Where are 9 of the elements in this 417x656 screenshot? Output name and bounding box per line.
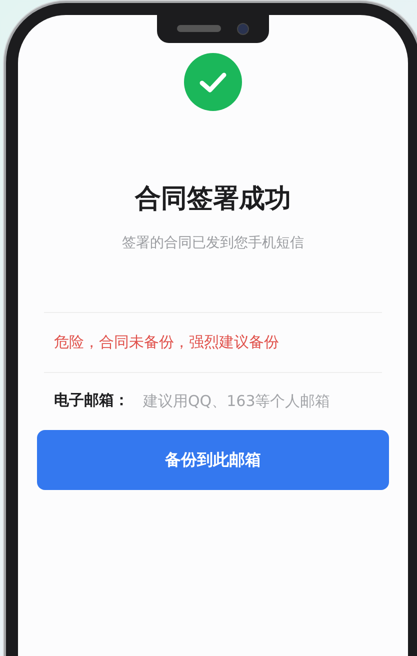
email-input[interactable]: 建议用QQ、163等个人邮箱 [143, 392, 353, 410]
check-icon [184, 53, 242, 111]
speaker-icon [177, 25, 221, 32]
warning-text: 危险，合同未备份，强烈建议备份 [54, 332, 279, 353]
success-title: 合同签署成功 [135, 183, 291, 216]
backup-button[interactable]: 备份到此邮箱 [37, 430, 389, 490]
camera-icon [237, 22, 249, 34]
email-label: 电子邮箱： [54, 391, 129, 410]
subtitle: 签署的合同已发到您手机短信 [122, 234, 304, 252]
